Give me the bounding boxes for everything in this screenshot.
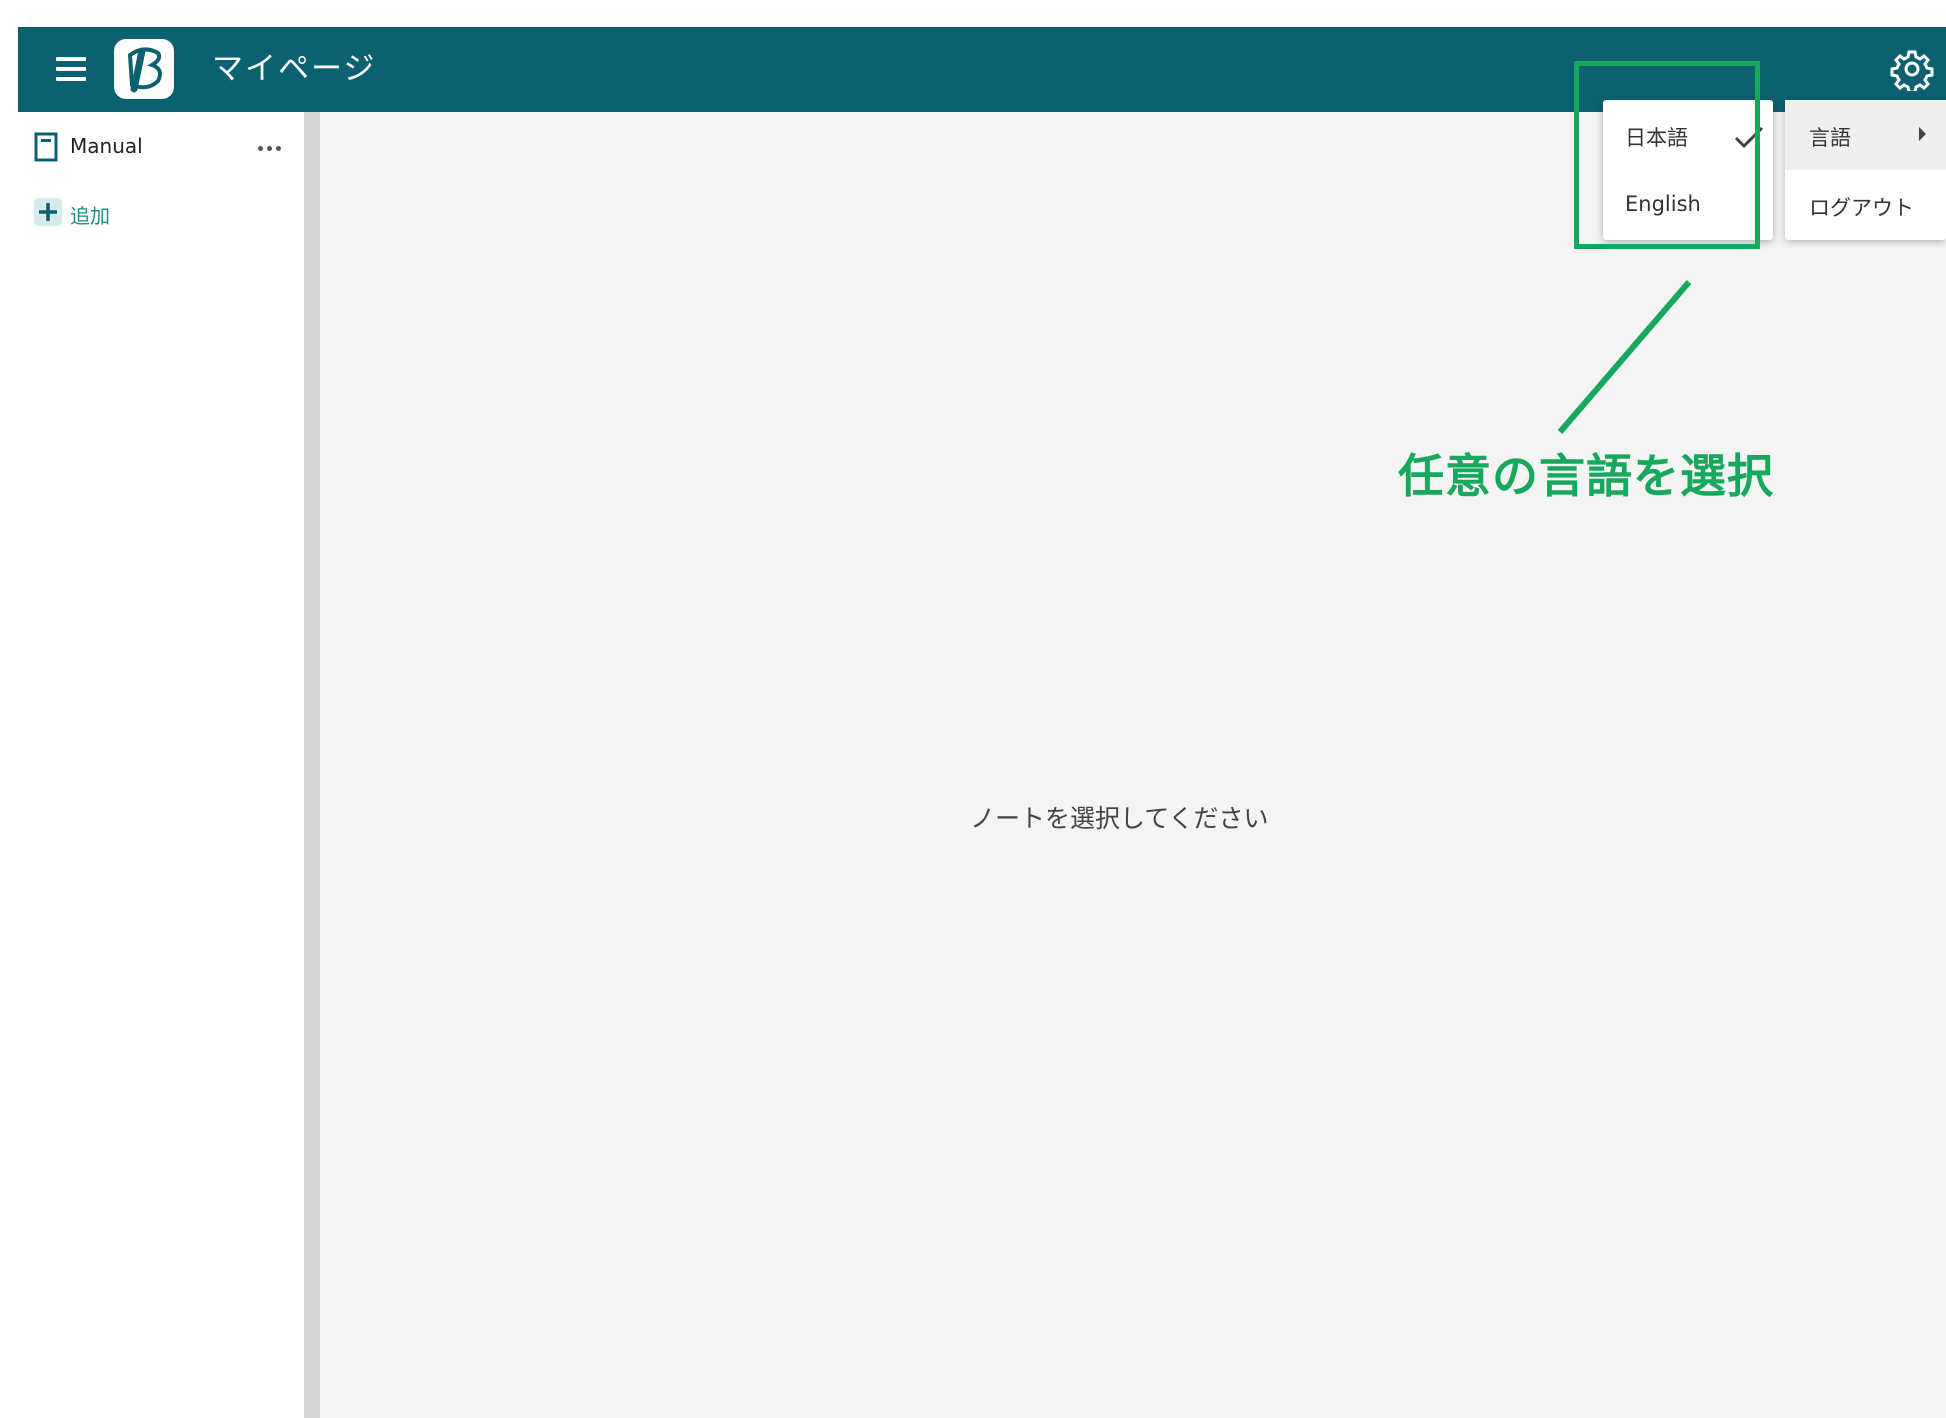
menu-item-logout[interactable]: ログアウト — [1785, 170, 1946, 240]
plus-icon — [34, 198, 62, 226]
settings-menu: 言語 ログアウト — [1785, 100, 1946, 240]
hamburger-menu-icon[interactable] — [56, 57, 86, 81]
notebook-sidebar: Manual 追加 — [18, 112, 304, 1418]
menu-item-language[interactable]: 言語 — [1785, 100, 1946, 170]
add-label: 追加 — [70, 204, 110, 228]
menu-item-language-label: 言語 — [1809, 126, 1851, 150]
menu-item-logout-label: ログアウト — [1809, 196, 1914, 220]
gear-icon[interactable] — [1890, 47, 1934, 94]
submenu-arrow-icon — [1919, 127, 1926, 141]
annotation-highlight-box — [1574, 61, 1760, 249]
sidebar-resize-handle[interactable] — [304, 112, 320, 1418]
empty-state-message: ノートを選択してください — [970, 804, 1269, 833]
more-options-icon[interactable] — [256, 136, 292, 160]
b-logo-icon[interactable] — [114, 39, 174, 99]
page-title: マイページ — [212, 51, 377, 87]
notebook-label: Manual — [70, 134, 143, 158]
annotation-label: 任意の言語を選択 — [1398, 449, 1774, 503]
notebook-icon — [34, 132, 58, 162]
add-notebook-button[interactable]: 追加 — [34, 196, 154, 232]
notebook-item[interactable]: Manual — [34, 126, 296, 170]
